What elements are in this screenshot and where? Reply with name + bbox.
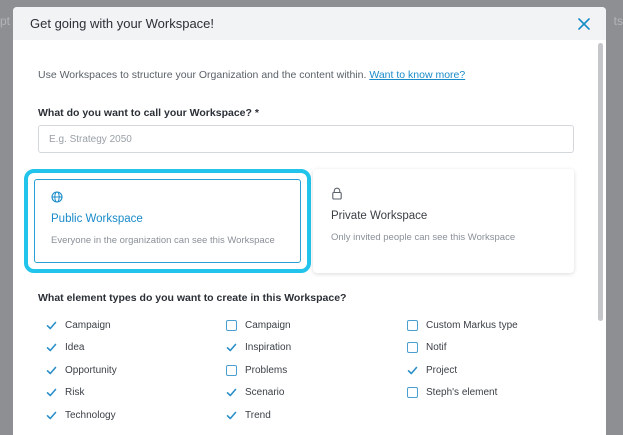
checkmark-icon bbox=[226, 387, 237, 398]
globe-icon bbox=[51, 190, 284, 204]
element-type-label: Campaign bbox=[245, 319, 291, 331]
checkmark-icon bbox=[407, 365, 418, 376]
element-type-checkbox[interactable]: Idea bbox=[46, 337, 117, 360]
element-type-checkbox[interactable]: Trend bbox=[226, 404, 291, 427]
element-type-label: Risk bbox=[65, 387, 85, 399]
private-workspace-description: Only invited people can see this Workspa… bbox=[331, 232, 516, 243]
element-type-checkbox[interactable]: Notif bbox=[407, 337, 518, 360]
element-type-label: Custom Markus type bbox=[426, 319, 518, 331]
public-workspace-card: Public Workspace Everyone in the organiz… bbox=[34, 179, 301, 263]
element-type-checkbox[interactable]: Project bbox=[407, 359, 518, 382]
element-type-label: Scenario bbox=[245, 387, 285, 399]
workspace-name-input[interactable] bbox=[38, 125, 574, 153]
element-type-checkbox[interactable]: Campaign bbox=[226, 314, 291, 337]
know-more-link[interactable]: Want to know more? bbox=[369, 69, 465, 81]
element-type-label: Trend bbox=[245, 409, 271, 421]
element-type-label: Notif bbox=[426, 342, 447, 354]
element-types-grid: Campaign Idea Opportunity Risk Technology Ca… bbox=[46, 314, 566, 424]
element-types-column: Campaign Idea Opportunity Risk Technology bbox=[46, 314, 117, 427]
element-type-checkbox[interactable]: Problems bbox=[226, 359, 291, 382]
element-type-label: Technology bbox=[65, 409, 116, 421]
workspace-dialog: Get going with your Workspace! Use Works… bbox=[13, 7, 606, 435]
public-workspace-option[interactable]: Public Workspace Everyone in the organiz… bbox=[24, 169, 311, 273]
element-type-label: Campaign bbox=[65, 319, 111, 331]
checkmark-icon bbox=[46, 410, 57, 421]
background-text: ts bbox=[613, 14, 623, 28]
lock-icon bbox=[331, 187, 556, 201]
close-button[interactable] bbox=[576, 16, 592, 32]
element-type-label: Steph's element bbox=[426, 387, 498, 399]
close-icon bbox=[578, 17, 590, 30]
dialog-title: Get going with your Workspace! bbox=[30, 16, 215, 31]
checkmark-icon bbox=[46, 365, 57, 376]
checkbox-empty-icon bbox=[226, 319, 237, 331]
element-types-column: Campaign Inspiration Problems Scenario Trend bbox=[226, 314, 291, 427]
intro-description: Use Workspaces to structure your Organiz… bbox=[38, 69, 367, 81]
element-type-label: Project bbox=[426, 364, 458, 376]
private-workspace-title: Private Workspace bbox=[331, 210, 428, 222]
checkbox-empty-icon bbox=[407, 342, 418, 354]
checkmark-icon bbox=[46, 387, 57, 398]
element-type-checkbox[interactable]: Scenario bbox=[226, 382, 291, 405]
public-workspace-title: Public Workspace bbox=[51, 213, 143, 225]
element-type-label: Idea bbox=[65, 342, 85, 354]
element-type-label: Problems bbox=[245, 364, 288, 376]
checkmark-icon bbox=[46, 320, 57, 331]
element-type-checkbox[interactable]: Risk bbox=[46, 382, 117, 405]
element-types-label: What element types do you want to create… bbox=[38, 292, 347, 304]
private-workspace-option[interactable]: Private Workspace Only invited people ca… bbox=[313, 169, 574, 273]
element-type-label: Opportunity bbox=[65, 364, 117, 376]
intro-text: Use Workspaces to structure your Organiz… bbox=[38, 69, 465, 81]
workspace-name-label: What do you want to call your Workspace?… bbox=[38, 107, 259, 119]
checkmark-icon bbox=[226, 410, 237, 421]
element-type-checkbox[interactable]: Technology bbox=[46, 404, 117, 427]
checkmark-icon bbox=[46, 342, 57, 353]
element-type-checkbox[interactable]: Campaign bbox=[46, 314, 117, 337]
checkbox-empty-icon bbox=[407, 319, 418, 331]
element-type-label: Inspiration bbox=[245, 342, 292, 354]
element-types-column: Custom Markus type Notif Project Steph's el… bbox=[407, 314, 518, 404]
background-text: pt bbox=[0, 14, 11, 28]
checkbox-empty-icon bbox=[226, 364, 237, 376]
element-type-checkbox[interactable]: Steph's element bbox=[407, 382, 518, 405]
public-workspace-description: Everyone in the organization can see thi… bbox=[51, 235, 275, 246]
dialog-header: Get going with your Workspace! bbox=[13, 7, 606, 40]
element-type-checkbox[interactable]: Inspiration bbox=[226, 337, 291, 360]
scrollbar[interactable] bbox=[598, 43, 603, 321]
checkmark-icon bbox=[226, 342, 237, 353]
checkbox-empty-icon bbox=[407, 387, 418, 399]
element-type-checkbox[interactable]: Custom Markus type bbox=[407, 314, 518, 337]
element-type-checkbox[interactable]: Opportunity bbox=[46, 359, 117, 382]
